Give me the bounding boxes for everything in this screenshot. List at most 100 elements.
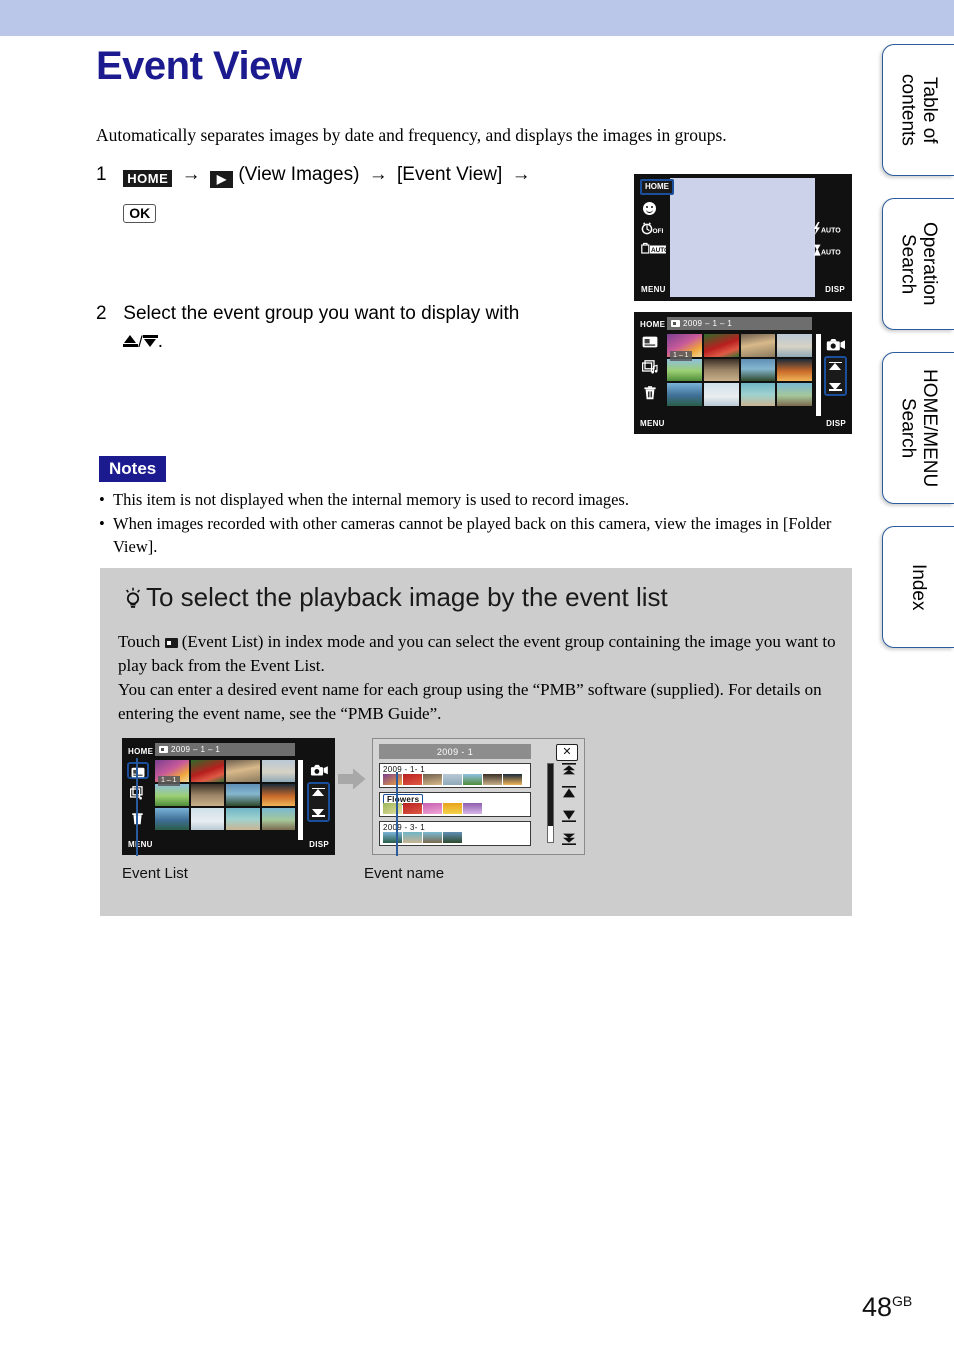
scrollbar[interactable]	[298, 760, 303, 840]
jump-to-bottom-icon[interactable]	[562, 833, 576, 845]
tip-p1-b: (Event List) in index mode and you can s…	[118, 632, 836, 676]
event-list-header: 2009 - 1	[379, 744, 531, 759]
sidebar-tab-operation-search[interactable]: Operation Search	[882, 198, 954, 330]
event-card-icon	[671, 320, 680, 327]
thumbnail[interactable]	[226, 784, 260, 806]
ok-key-icon: OK	[123, 204, 157, 223]
scrollbar[interactable]	[816, 334, 821, 416]
playback-zoom-icon[interactable]	[826, 338, 846, 352]
thumbnail[interactable]	[261, 808, 295, 830]
event-row-thumbnails	[383, 832, 462, 843]
burst-auto-icon[interactable]: AUTO	[641, 242, 667, 256]
event-row-label: 2009 - 1- 1	[383, 765, 425, 774]
home-label[interactable]: HOME	[640, 320, 665, 329]
thumbnail[interactable]	[740, 358, 776, 382]
event-list-button-highlighted[interactable]	[127, 762, 149, 779]
event-view-label: [Event View]	[397, 164, 503, 185]
updown-nav-pad-highlighted[interactable]	[824, 356, 847, 396]
gallery-title: 2009 – 1 – 1	[667, 317, 812, 330]
page-up-icon[interactable]	[562, 786, 576, 798]
event-list-icon	[164, 638, 178, 648]
header-band	[0, 0, 954, 36]
illustration-event-list-panel: 2009 - 1 ✕ 2009 - 1- 1 Flowers 2009 - 3-…	[372, 738, 585, 855]
arrow-icon-3: →	[511, 164, 531, 185]
disp-label[interactable]: DISP	[826, 419, 846, 428]
updown-nav-pad-highlighted[interactable]	[307, 782, 330, 822]
thumbnail[interactable]	[703, 334, 739, 357]
caption-event-name: Event name	[364, 865, 445, 882]
thumbnail[interactable]	[667, 383, 702, 406]
menu-label[interactable]: MENU	[641, 285, 666, 294]
scrollbar[interactable]	[547, 763, 554, 843]
event-list-row-selected[interactable]: Flowers	[379, 792, 531, 817]
arrow-icon-2: →	[368, 164, 388, 185]
up-arrow-icon	[123, 335, 139, 349]
selected-badge: 1 – 1	[158, 776, 180, 786]
thumbnail[interactable]	[190, 760, 224, 782]
tip-box: To select the playback image by the even…	[100, 568, 852, 916]
thumbnail-grid[interactable]	[667, 334, 812, 406]
thumbnail[interactable]	[155, 808, 189, 830]
trash-icon[interactable]	[643, 386, 657, 400]
sidebar-tab-home-menu-search[interactable]: HOME/MENU Search	[882, 352, 954, 504]
playback-zoom-icon[interactable]	[310, 764, 329, 777]
smile-shutter-icon[interactable]	[643, 202, 656, 215]
disp-label[interactable]: DISP	[825, 285, 845, 294]
thumbnail[interactable]	[777, 383, 812, 406]
home-label: HOME	[128, 747, 154, 756]
thumbnail-grid[interactable]	[155, 760, 295, 830]
home-button-highlighted[interactable]: HOME	[640, 179, 674, 195]
svg-text:AUTO: AUTO	[651, 247, 667, 254]
page-down-icon[interactable]	[562, 810, 576, 822]
sidebar-tab-label: HOME/MENU Search	[897, 368, 940, 488]
step-1-number: 1	[96, 164, 107, 185]
event-list-panel: 2009 - 1 ✕ 2009 - 1- 1 Flowers 2009 - 3-…	[373, 739, 584, 854]
thumbnail[interactable]	[703, 383, 739, 406]
thumbnail[interactable]	[226, 760, 260, 782]
tip-body: Touch (Event List) in index mode and you…	[118, 630, 836, 727]
jump-to-top-icon[interactable]	[562, 763, 576, 775]
sidebar-tab-index[interactable]: Index	[882, 526, 954, 648]
thumbnail[interactable]	[740, 334, 776, 357]
thumbnail[interactable]	[155, 784, 189, 806]
thumbnail[interactable]	[190, 784, 224, 806]
intro-paragraph: Automatically separates images by date a…	[96, 125, 727, 145]
self-timer-off-icon[interactable]: OFF	[641, 222, 663, 235]
nav-up-icon[interactable]	[829, 361, 842, 373]
illustration-index-screen: HOME 2009 – 1 – 1 MENU 1 – 1 DISP	[122, 738, 335, 855]
arrow-icon: →	[181, 164, 201, 185]
event-list-row[interactable]: 2009 - 1- 1	[379, 763, 531, 788]
slideshow-icon[interactable]	[130, 786, 146, 800]
thumbnail[interactable]	[777, 334, 812, 357]
disp-label: DISP	[309, 840, 329, 849]
down-arrow-icon	[142, 335, 158, 349]
event-list-icon[interactable]	[642, 336, 658, 348]
nav-up-icon[interactable]	[312, 787, 325, 799]
thumbnail[interactable]	[226, 808, 260, 830]
leader-line-right	[396, 772, 398, 856]
thumbnail[interactable]	[261, 760, 295, 782]
view-images-label: (View Images)	[238, 164, 360, 185]
thumbnail[interactable]	[740, 383, 776, 406]
nav-down-icon[interactable]	[312, 806, 325, 817]
scrollbar-thumb[interactable]	[548, 764, 553, 826]
slideshow-icon[interactable]	[642, 360, 658, 374]
thumbnail[interactable]	[667, 358, 702, 382]
gallery-title-text: 2009 – 1 – 1	[171, 745, 221, 754]
lightbulb-icon	[122, 585, 144, 611]
camera-screen-shooting: HOME OFF AUTO MENU AUTO AUTO DISP	[634, 174, 852, 301]
flash-auto-icon: AUTO	[813, 222, 841, 235]
event-list-row[interactable]: 2009 - 3- 1	[379, 821, 531, 846]
menu-label: MENU	[128, 840, 153, 849]
sidebar-tab-table-of-contents[interactable]: Table of contents	[882, 44, 954, 176]
thumbnail[interactable]	[261, 784, 295, 806]
close-icon[interactable]: ✕	[556, 744, 578, 761]
leader-line-left	[136, 758, 138, 856]
thumbnail[interactable]	[190, 808, 224, 830]
menu-label[interactable]: MENU	[640, 419, 665, 428]
event-row-thumbnails	[383, 774, 522, 785]
nav-down-icon[interactable]	[829, 380, 842, 391]
thumbnail[interactable]	[703, 358, 739, 382]
step-2-period: .	[157, 331, 164, 352]
thumbnail[interactable]	[777, 358, 812, 382]
